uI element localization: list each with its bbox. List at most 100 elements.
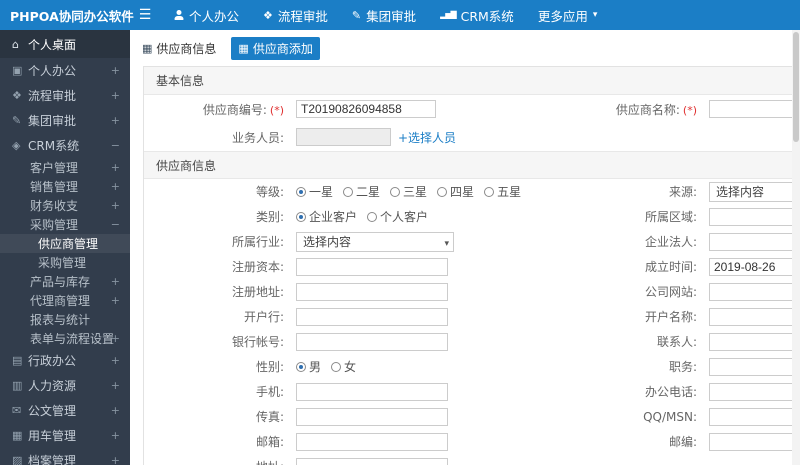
source-select[interactable]: 选择内容▾ [709,181,800,202]
sidebar-item-admin-office[interactable]: ▤ 行政办公 + [0,348,130,373]
main-content: ▦ 供应商信息 ▦ 供应商添加 基本信息 供应商编号: (*) T2019082… [130,30,800,465]
edit-icon: ✎ [12,114,22,127]
level-radios: 一星 二星 三星 四星 五星 [296,183,591,200]
radio-option[interactable]: 二星 [343,183,380,200]
region-label: 所属区域: [644,210,697,224]
sidebar-item-sales-mgmt[interactable]: 销售管理 + [0,177,130,196]
sidebar-item-group-approval[interactable]: ✎ 集团审批 + [0,108,130,133]
nav-more-apps[interactable]: 更多应用 ▾ [538,6,598,25]
radio-option[interactable]: 一星 [296,183,333,200]
qq-msn-input[interactable] [709,407,800,426]
office-phone-input[interactable] [709,382,800,401]
radio-option[interactable]: 四星 [437,183,474,200]
form-row: 类别: 企业客户 个人客户 所属区域: [144,204,800,229]
sidebar-item-finance[interactable]: 财务收支 + [0,196,130,215]
radio-option[interactable]: 男 [296,358,321,375]
website-input[interactable] [709,282,800,301]
expand-icon: + [110,454,120,465]
business-person-label: 业务人员: [231,130,284,145]
caret-down-icon: ▾ [592,10,598,20]
vertical-scrollbar[interactable] [792,30,800,465]
radio-icon [343,186,354,197]
sidebar-item-purchase-mgmt[interactable]: 采购管理 − [0,215,130,234]
sidebar-item-agent-mgmt[interactable]: 代理商管理 + [0,291,130,310]
radio-option[interactable]: 个人客户 [367,208,428,225]
bank-account-input[interactable] [296,332,448,351]
sidebar-item-customer-mgmt[interactable]: 客户管理 + [0,158,130,177]
industry-select[interactable]: 选择内容 ▾ [296,231,454,252]
form-row: 手机: 办公电话: [144,379,800,404]
scrollbar-thumb[interactable] [793,32,799,142]
office-icon: ▤ [12,354,23,367]
supplier-name-label: 供应商名称: (*) [615,102,697,117]
category-radios: 企业客户 个人客户 [296,208,591,225]
desktop-icon: ⌂ [12,37,19,51]
office-phone-label: 办公电话: [644,385,697,399]
bank-input[interactable] [296,307,448,326]
postcode-input[interactable] [709,432,800,451]
expand-icon: + [110,332,120,345]
sidebar-item-document-mgmt[interactable]: ✉ 公文管理 + [0,398,130,423]
app-logo: PHPOA协同办公软件 [10,8,134,24]
sidebar-item-archive-mgmt[interactable]: ▨ 档案管理 + [0,448,130,465]
mobile-input[interactable] [296,382,448,401]
nav-label: 个人办公 [189,8,240,24]
supplier-name-input[interactable] [709,100,800,118]
level-label: 等级: [255,185,284,199]
sidebar-item-purchase-mgmt-sub[interactable]: 采购管理 [0,253,130,272]
expand-icon: + [110,114,120,127]
choose-person-link[interactable]: +选择人员 [398,129,456,146]
contact-label: 联系人: [656,335,697,349]
job-title-input[interactable] [709,357,800,376]
qq-msn-label: QQ/MSN: [643,409,697,424]
account-name-input[interactable] [709,307,800,326]
sidebar-item-hr[interactable]: ▥ 人力资源 + [0,373,130,398]
hamburger-menu-icon[interactable]: ☰ [130,7,160,23]
required-mark: (*) [269,103,284,117]
sidebar-item-product-inventory[interactable]: 产品与库存 + [0,272,130,291]
legal-person-input[interactable] [709,232,800,251]
nav-personal-office[interactable]: 个人办公 [174,6,239,25]
sidebar-item-desktop[interactable]: ⌂ 个人桌面 [0,30,130,58]
flow-icon: ❖ [12,89,22,102]
reg-capital-input[interactable] [296,257,448,276]
expand-icon: + [110,354,120,367]
form-row: 地址: [144,454,800,465]
tab-supplier-info[interactable]: ▦ 供应商信息 [135,37,223,60]
sidebar-item-form-flow-settings[interactable]: 表单与流程设置 + [0,329,130,348]
fax-input[interactable] [296,407,448,426]
radio-option[interactable]: 女 [331,358,356,375]
founded-date-input[interactable] [709,257,800,276]
supplier-code-input[interactable] [296,100,436,118]
tab-supplier-add[interactable]: ▦ 供应商添加 [231,36,320,60]
radio-option[interactable]: 企业客户 [296,208,357,225]
address-input[interactable] [296,457,448,465]
nav-process-approval[interactable]: ❖ 流程审批 [263,6,328,25]
grid-icon: ▦ [238,41,249,55]
nav-label: 流程审批 [277,8,328,24]
sidebar-item-personal-office[interactable]: ▣ 个人办公 + [0,58,130,83]
expand-icon: + [110,429,120,442]
reg-address-input[interactable] [296,282,448,301]
radio-option[interactable]: 三星 [390,183,427,200]
fax-label: 传真: [255,410,284,424]
form-row: 银行帐号: 联系人: [144,329,800,354]
region-input[interactable] [709,207,800,226]
collapse-icon: − [110,218,120,231]
contact-input[interactable] [709,332,800,351]
sidebar-item-vehicle-mgmt[interactable]: ▦ 用车管理 + [0,423,130,448]
business-person-input[interactable] [296,128,391,146]
nav-group-approval[interactable]: ✎ 集团审批 [352,6,416,25]
sidebar-item-supplier-mgmt[interactable]: 供应商管理 [0,234,130,253]
sidebar-item-process-approval[interactable]: ❖ 流程审批 + [0,83,130,108]
email-input[interactable] [296,432,448,451]
sidebar-item-reports[interactable]: 报表与统计 [0,310,130,329]
radio-icon [390,186,401,197]
form-row: 开户行: 开户名称: [144,304,800,329]
nav-crm-system[interactable]: ▂▅▇ CRM系统 [440,6,514,25]
radio-option[interactable]: 五星 [484,183,521,200]
sidebar-item-crm[interactable]: ◈ CRM系统 − [0,133,130,158]
category-label: 类别: [255,210,284,224]
form-row: 等级: 一星 二星 三星 四星 五星 来源: 选择内容▾ [144,179,800,204]
radio-icon [331,361,342,372]
